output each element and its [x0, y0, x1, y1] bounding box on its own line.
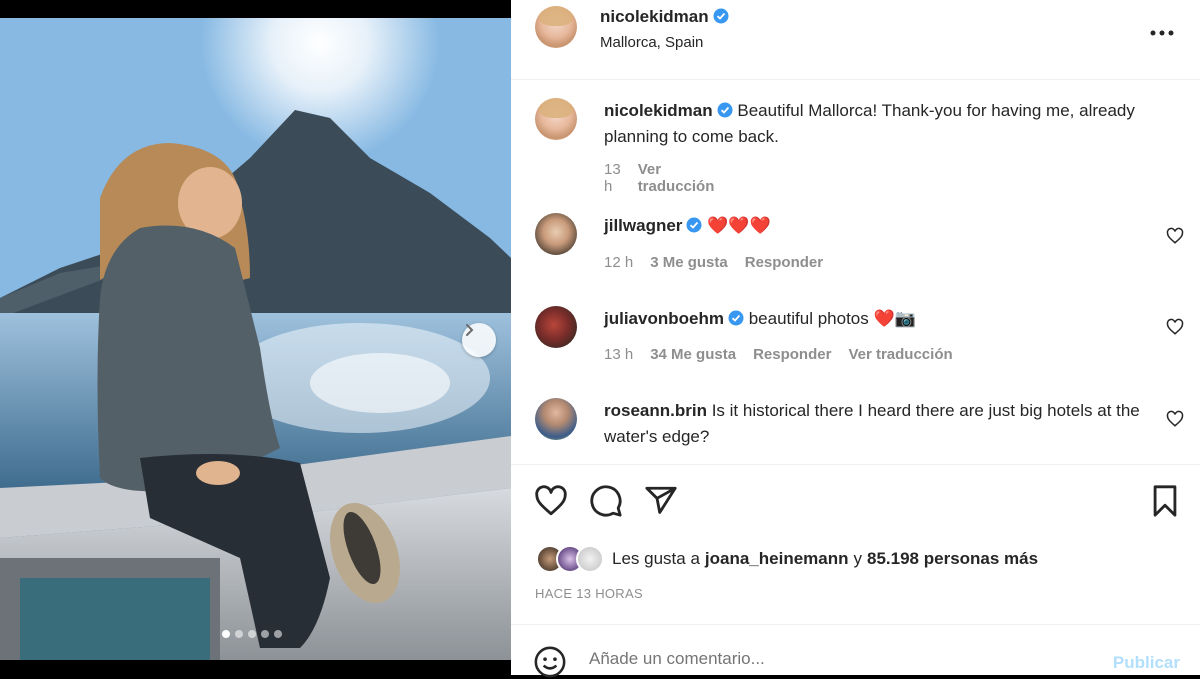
post-side-panel: nicolekidman Mallorca, Spain nicolekidma…: [511, 0, 1200, 678]
author-block: nicolekidman: [600, 7, 729, 27]
reply-button[interactable]: Responder: [753, 346, 831, 363]
verified-icon: [728, 310, 744, 326]
publish-button[interactable]: Publicar: [1113, 653, 1180, 673]
comment-likes-count[interactable]: 34 Me gusta: [650, 346, 736, 363]
bookmark-icon[interactable]: [1148, 484, 1182, 518]
translate-button[interactable]: Ver traducción: [848, 346, 952, 363]
next-photo-button[interactable]: [462, 323, 496, 357]
comment-username[interactable]: roseann.brin: [604, 401, 707, 420]
chevron-right-icon: [466, 324, 474, 336]
share-icon[interactable]: [644, 484, 678, 518]
author-avatar[interactable]: [535, 6, 577, 48]
comment-meta: 13 h 34 Me gusta Responder Ver traducció…: [604, 346, 953, 363]
commenter-avatar[interactable]: [535, 306, 577, 348]
liker-avatar[interactable]: [576, 545, 604, 573]
comment-username[interactable]: juliavonboehm: [604, 309, 724, 328]
comment-likes-count[interactable]: 3 Me gusta: [650, 254, 728, 271]
post-location[interactable]: Mallorca, Spain: [600, 34, 703, 51]
likes-summary: Les gusta a joana_heinemann y 85.198 per…: [536, 545, 1038, 573]
post-photo[interactable]: [0, 18, 511, 660]
post-timestamp[interactable]: HACE 13 HORAS: [535, 586, 643, 601]
carousel-dot: [248, 630, 256, 638]
more-options-button[interactable]: [1150, 20, 1174, 43]
carousel-dot: [274, 630, 282, 638]
comment-like-heart-icon[interactable]: [1166, 410, 1184, 428]
comment-time[interactable]: 12 h: [604, 254, 633, 271]
post-actions: Les gusta a joana_heinemann y 85.198 per…: [511, 464, 1200, 624]
carousel-dot: [222, 630, 230, 638]
emoji-icon[interactable]: [533, 645, 567, 679]
author-username[interactable]: nicolekidman: [600, 7, 709, 26]
caption-body: nicolekidman Beautiful Mallorca! Thank-y…: [604, 98, 1164, 150]
liker-username[interactable]: joana_heinemann: [705, 549, 849, 569]
author-avatar[interactable]: [535, 98, 577, 140]
verified-icon: [686, 217, 702, 233]
more-icon: [1150, 30, 1174, 36]
carousel-indicators: [222, 630, 282, 638]
comment-body: jillwagner ❤️❤️❤️: [604, 213, 1164, 239]
comment-text: ❤️❤️❤️: [707, 216, 771, 235]
comment-meta: 12 h 3 Me gusta Responder: [604, 254, 823, 271]
caption-meta: 13 h Ver traducción: [604, 161, 714, 195]
comment-like-heart-icon[interactable]: [1166, 318, 1184, 336]
comment-icon[interactable]: [589, 484, 623, 518]
commenter-avatar[interactable]: [535, 213, 577, 255]
comment-username[interactable]: jillwagner: [604, 216, 682, 235]
verified-icon: [717, 102, 733, 118]
post-header: nicolekidman Mallorca, Spain: [511, 0, 1200, 80]
caption-time[interactable]: 13 h: [604, 161, 621, 195]
comment-body: juliavonboehm beautiful photos ❤️📷: [604, 306, 1164, 332]
photo-scene: [0, 18, 511, 660]
liker-avatars: [536, 545, 608, 573]
comment-input[interactable]: [589, 649, 1089, 669]
add-comment-bar: Publicar: [511, 624, 1200, 678]
likes-conjunction: y: [853, 549, 863, 568]
commenter-avatar[interactable]: [535, 398, 577, 440]
likes-others[interactable]: 85.198 personas más: [867, 549, 1038, 569]
comment-like-heart-icon[interactable]: [1166, 227, 1184, 245]
reply-button[interactable]: Responder: [745, 254, 823, 271]
likes-prefix: Les gusta a: [612, 549, 700, 568]
caption-username[interactable]: nicolekidman: [604, 101, 713, 120]
translate-button[interactable]: Ver traducción: [638, 161, 715, 195]
comment-text: beautiful photos ❤️📷: [748, 309, 916, 328]
carousel-dot: [261, 630, 269, 638]
comment-time[interactable]: 13 h: [604, 346, 633, 363]
heart-icon[interactable]: [534, 484, 568, 518]
carousel-dot: [235, 630, 243, 638]
verified-icon: [713, 8, 729, 24]
comment-body: roseann.brin Is it historical there I he…: [604, 398, 1164, 450]
instagram-post: nicolekidman Mallorca, Spain nicolekidma…: [0, 0, 1200, 678]
